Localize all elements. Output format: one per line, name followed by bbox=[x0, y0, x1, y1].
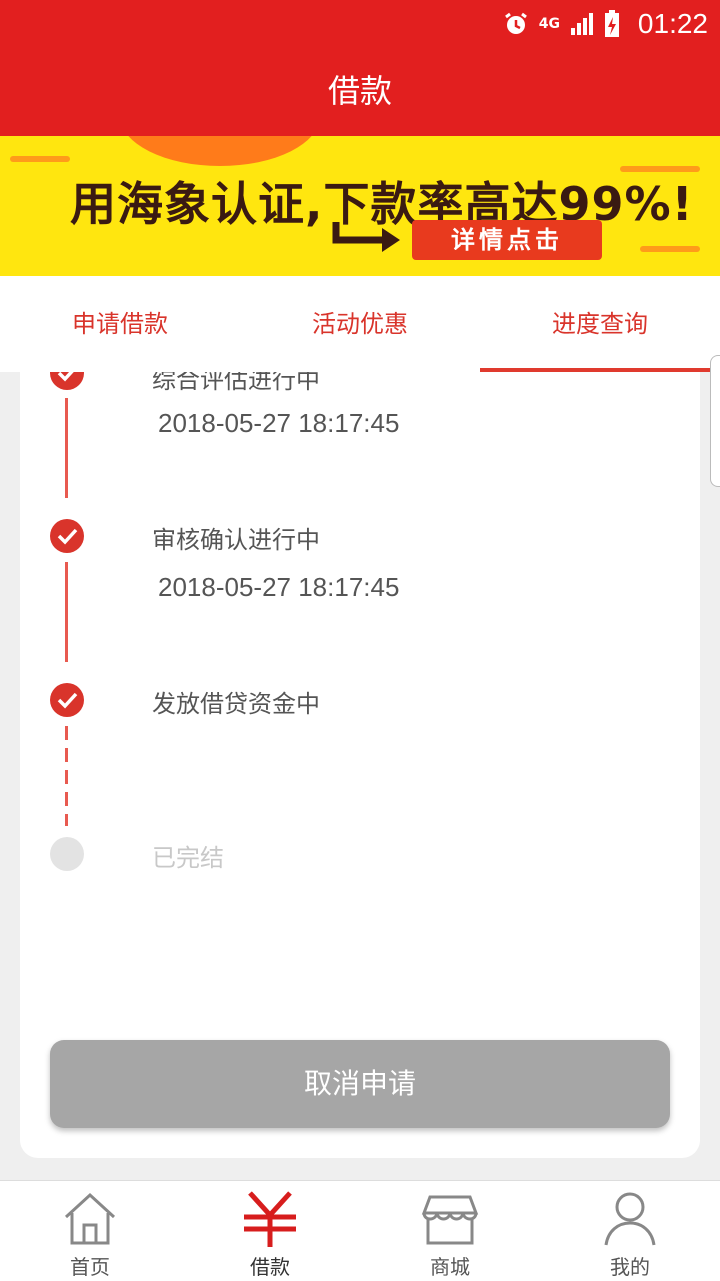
step-connector bbox=[65, 398, 68, 498]
tab-apply-loan[interactable]: 申请借款 bbox=[0, 276, 240, 372]
side-drawer-handle[interactable] bbox=[710, 355, 720, 487]
banner-streaks bbox=[640, 246, 700, 252]
app-header: 4G 01:22 借款 bbox=[0, 0, 720, 136]
status-time: 01:22 bbox=[637, 8, 708, 39]
step-time: 2018-05-27 18:17:45 bbox=[158, 572, 400, 602]
step-clip: 综合评估进行中 2018-05-27 18:17:45 bbox=[20, 372, 700, 512]
tab-promotions[interactable]: 活动优惠 bbox=[240, 276, 480, 372]
page-title: 借款 bbox=[327, 72, 392, 110]
network-type-label: 4G bbox=[538, 16, 560, 32]
battery-charging-icon bbox=[605, 10, 619, 37]
step-check-icon bbox=[50, 519, 84, 553]
arrow-right-icon bbox=[332, 222, 400, 252]
step-check-icon bbox=[50, 372, 84, 390]
step-connector-pending bbox=[65, 726, 68, 826]
tab-bar: 申请借款 活动优惠 进度查询 bbox=[0, 276, 720, 372]
nav-item-loan[interactable]: 借款 bbox=[180, 1181, 360, 1281]
step-title: 审核确认进行中 bbox=[152, 526, 320, 554]
nav-item-mine[interactable]: 我的 bbox=[540, 1181, 720, 1281]
user-icon bbox=[604, 1192, 656, 1246]
yen-icon bbox=[244, 1191, 296, 1247]
step-title: 已完结 bbox=[152, 844, 224, 872]
active-tab-indicator bbox=[480, 368, 710, 372]
nav-label-mine: 我的 bbox=[610, 1255, 650, 1279]
nav-item-store[interactable]: 商城 bbox=[360, 1181, 540, 1281]
step-title: 综合评估进行中 bbox=[152, 372, 320, 394]
status-icons: 4G bbox=[503, 10, 620, 38]
home-icon bbox=[64, 1192, 116, 1245]
nav-item-home[interactable]: 首页 bbox=[0, 1181, 180, 1281]
nav-label-home: 首页 bbox=[70, 1255, 110, 1279]
cancel-application-button[interactable]: 取消申请 bbox=[50, 1040, 670, 1128]
banner-details-button[interactable]: 详情点击 bbox=[412, 220, 602, 260]
step-connector bbox=[65, 562, 68, 662]
bottom-navigation: 首页 借款 商城 我的 bbox=[0, 1180, 720, 1281]
step-title: 发放借贷资金中 bbox=[152, 690, 320, 718]
banner-sun-decoration bbox=[120, 136, 320, 166]
nav-label-store: 商城 bbox=[430, 1255, 470, 1279]
tab-progress-query[interactable]: 进度查询 bbox=[480, 276, 720, 372]
step-check-icon bbox=[50, 683, 84, 717]
signal-icon bbox=[571, 13, 593, 35]
banner-streaks bbox=[10, 156, 70, 162]
promo-banner[interactable]: 用海象认证,下款率高达99%! 详情点击 bbox=[0, 136, 720, 276]
alarm-icon bbox=[504, 12, 527, 34]
store-icon bbox=[421, 1195, 479, 1245]
step-pending-icon bbox=[50, 837, 84, 871]
nav-label-loan: 借款 bbox=[250, 1255, 290, 1279]
step-time: 2018-05-27 18:17:45 bbox=[158, 408, 400, 438]
